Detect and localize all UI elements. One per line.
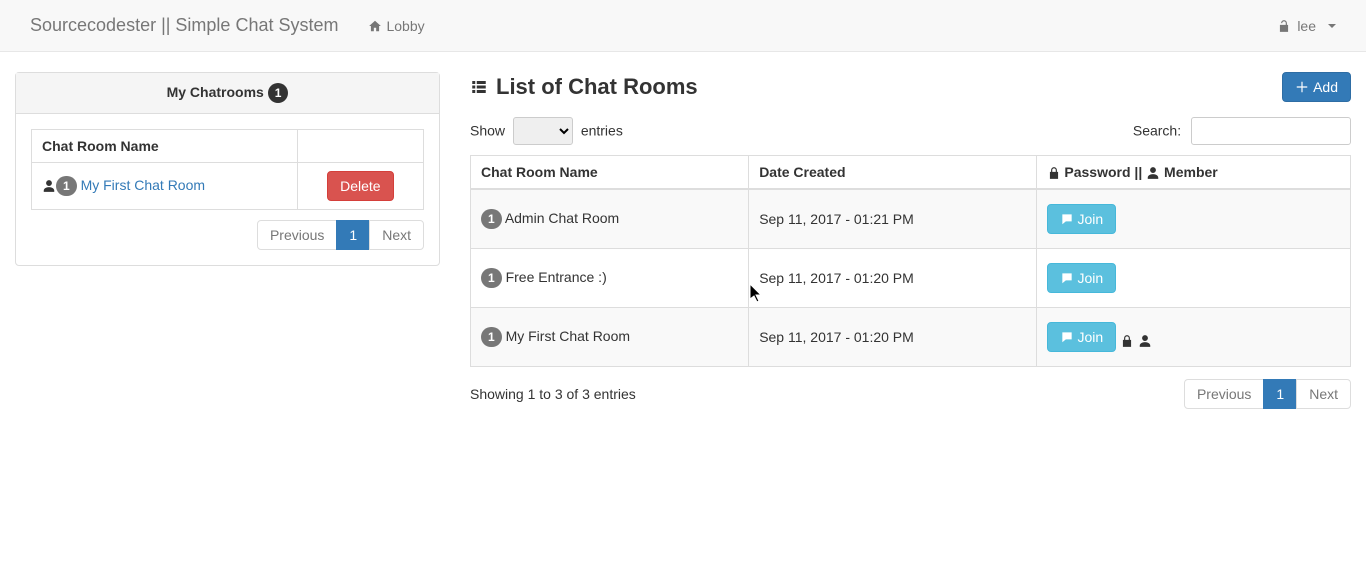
room-link[interactable]: My First Chat Room [81, 177, 205, 193]
user-icon [1138, 334, 1152, 348]
member-badge: 1 [481, 327, 502, 347]
th-date[interactable]: Date Created [749, 156, 1036, 190]
table-info: Showing 1 to 3 of 3 entries [470, 386, 636, 402]
room-name: Admin Chat Room [505, 210, 619, 226]
my-table-header-name: Chat Room Name [32, 130, 298, 163]
th-pwmember[interactable]: Password || Member [1036, 156, 1351, 190]
username-label: lee [1297, 18, 1316, 34]
add-button[interactable]: Add [1282, 72, 1351, 102]
user-icon [42, 179, 56, 193]
room-row: 1 My First Chat Room Sep 11, 2017 - 01:2… [471, 308, 1351, 367]
page-title-text: List of Chat Rooms [496, 74, 698, 100]
my-pag-next[interactable]: Next [369, 220, 424, 250]
rooms-table: Chat Room Name Date Created Password || … [470, 155, 1351, 367]
show-label: Show [470, 123, 505, 139]
comment-icon [1060, 271, 1074, 285]
my-chatrooms-panel: My Chatrooms 1 Chat Room Name 1 My First… [15, 72, 440, 266]
nav-lobby[interactable]: Lobby [353, 3, 439, 49]
brand-link[interactable]: Sourcecodester || Simple Chat System [15, 0, 353, 51]
room-name: Free Entrance :) [506, 269, 607, 285]
member-badge: 1 [481, 268, 502, 288]
my-pagination: Previous 1 Next [31, 220, 424, 250]
search-label: Search: [1133, 123, 1181, 139]
plus-icon [1295, 80, 1309, 94]
comment-icon [1060, 330, 1074, 344]
my-chatrooms-heading: My Chatrooms 1 [16, 73, 439, 114]
my-chatrooms-table: Chat Room Name 1 My First Chat Room Dele… [31, 129, 424, 210]
room-date: Sep 11, 2017 - 01:21 PM [749, 189, 1036, 249]
my-pag-1[interactable]: 1 [336, 220, 370, 250]
my-pag-prev[interactable]: Previous [257, 220, 337, 250]
join-label: Join [1078, 270, 1104, 286]
search-wrapper: Search: [1133, 117, 1351, 145]
th-name[interactable]: Chat Room Name [471, 156, 749, 190]
room-date: Sep 11, 2017 - 01:20 PM [749, 249, 1036, 308]
entries-length: Show entries [470, 117, 623, 145]
add-button-label: Add [1313, 79, 1338, 95]
navbar: Sourcecodester || Simple Chat System Lob… [0, 0, 1366, 52]
member-badge: 1 [56, 176, 77, 196]
delete-button[interactable]: Delete [327, 171, 393, 201]
member-badge: 1 [481, 209, 502, 229]
caret-icon [1328, 24, 1336, 28]
home-icon [368, 19, 382, 33]
main-pagination: Previous 1 Next [1185, 379, 1351, 409]
lock-icon [1047, 166, 1061, 180]
lock-icon [1120, 334, 1134, 348]
join-label: Join [1078, 329, 1104, 345]
th-member-text: Member [1164, 164, 1218, 180]
room-row: 1 Free Entrance :) Sep 11, 2017 - 01:20 … [471, 249, 1351, 308]
search-input[interactable] [1191, 117, 1351, 145]
th-pw-text: Password || [1064, 164, 1146, 180]
my-room-row: 1 My First Chat Room Delete [32, 163, 424, 210]
my-chatrooms-title: My Chatrooms [167, 84, 264, 100]
comment-icon [1060, 212, 1074, 226]
join-label: Join [1078, 211, 1104, 227]
room-date: Sep 11, 2017 - 01:20 PM [749, 308, 1036, 367]
join-button[interactable]: Join [1047, 263, 1117, 293]
join-button[interactable]: Join [1047, 322, 1117, 352]
nav-lobby-label: Lobby [386, 18, 424, 34]
my-chatrooms-count: 1 [268, 83, 289, 103]
entries-select[interactable] [513, 117, 573, 145]
list-icon [470, 78, 488, 96]
main-pag-prev[interactable]: Previous [1184, 379, 1264, 409]
join-button[interactable]: Join [1047, 204, 1117, 234]
my-table-header-action [297, 130, 423, 163]
unlock-icon [1277, 19, 1291, 33]
page-title: List of Chat Rooms [470, 74, 698, 100]
user-menu[interactable]: lee [1262, 3, 1351, 49]
room-name: My First Chat Room [506, 328, 630, 344]
user-icon [1146, 166, 1160, 180]
room-row: 1 Admin Chat Room Sep 11, 2017 - 01:21 P… [471, 189, 1351, 249]
main-pag-next[interactable]: Next [1296, 379, 1351, 409]
main-pag-1[interactable]: 1 [1263, 379, 1297, 409]
entries-label: entries [581, 123, 623, 139]
